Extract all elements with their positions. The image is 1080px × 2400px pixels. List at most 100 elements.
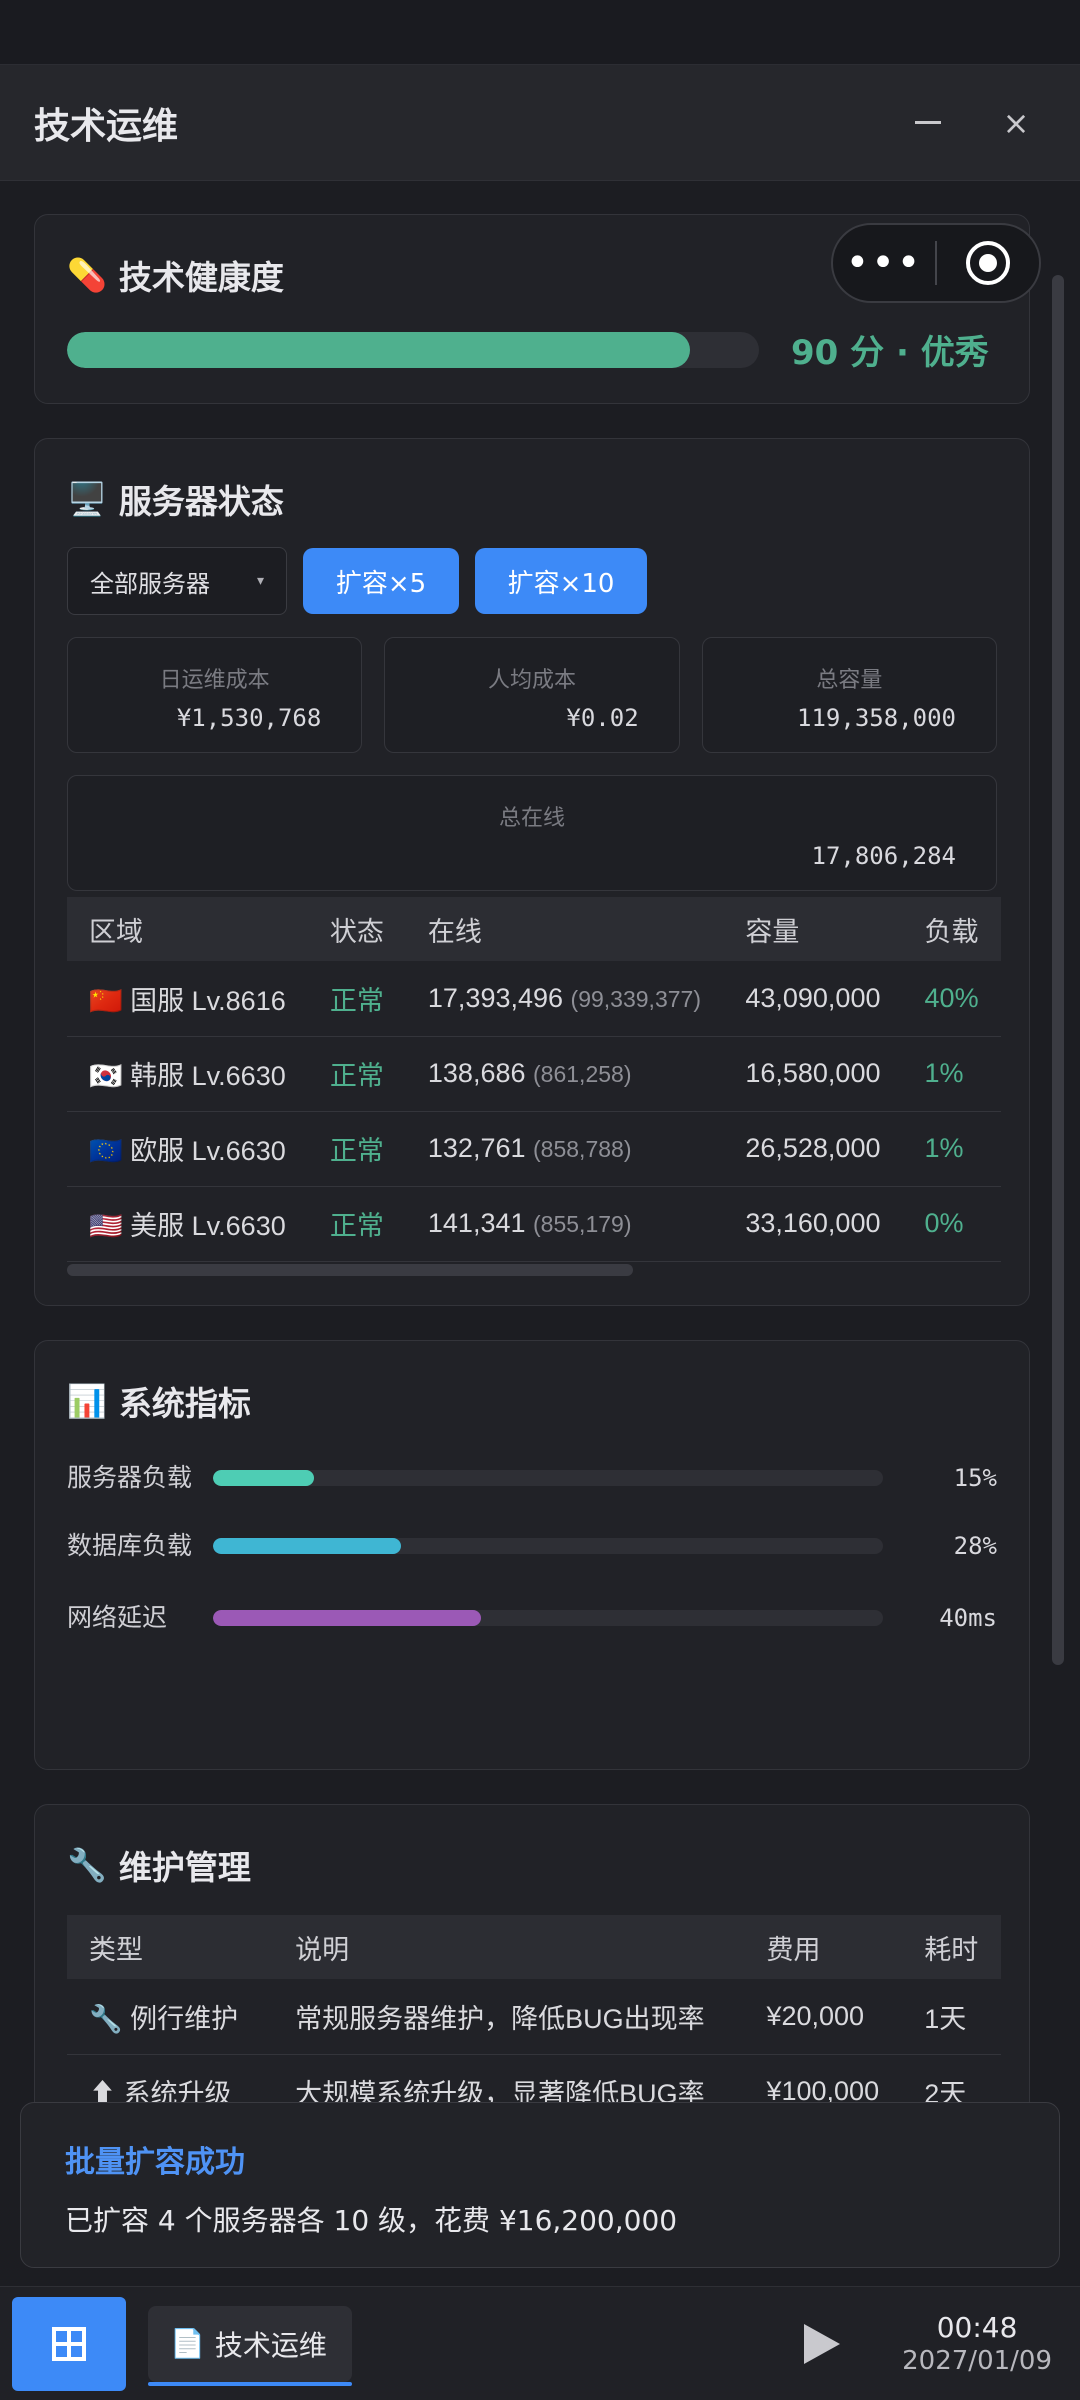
stat-grid: 日运维成本 ¥1,530,768 人均成本 ¥0.02 总容量 119,358,…: [67, 637, 997, 753]
horizontal-scrollbar[interactable]: [67, 1263, 633, 1276]
status-badge: 正常: [307, 1111, 406, 1187]
table-row: 🇰🇷 韩服 Lv.6630 正常 138,686 (861,258) 16,58…: [67, 1036, 1001, 1112]
col-time: 耗时: [902, 1915, 1001, 1979]
col-capacity: 容量: [723, 897, 903, 961]
taskbar-item-ops[interactable]: 📄 技术运维: [148, 2305, 352, 2386]
taskbar-item-label: 技术运维: [214, 2328, 327, 2362]
col-online: 在线: [405, 897, 724, 961]
metric-name: 数据库负载: [67, 1531, 193, 1560]
online-value: 17,806,284: [811, 842, 957, 870]
col-desc: 说明: [273, 1915, 745, 1979]
play-icon[interactable]: [804, 2323, 841, 2364]
server-table-wrap[interactable]: 区域 状态 在线 容量 负载 🇨🇳 国服 Lv.8616 正常 17,393,4…: [67, 897, 1001, 1276]
capacity-cell: 16,580,000: [723, 1036, 903, 1112]
online-count: 138,686: [427, 1058, 526, 1088]
close-button[interactable]: ×: [986, 93, 1046, 153]
server-table-header: 区域 状态 在线 容量 负载: [67, 897, 1001, 961]
table-row: 🇨🇳 国服 Lv.8616 正常 17,393,496 (99,339,377)…: [67, 961, 1001, 1037]
title-bar: 技术运维 ×: [0, 65, 1080, 181]
daily-cost-label: 日运维成本: [159, 668, 270, 693]
wrench-icon: 🔧: [67, 1846, 107, 1884]
server-title: 🖥️ 服务器状态: [67, 475, 997, 523]
more-menu-icon[interactable]: •••: [833, 243, 935, 283]
maintenance-title: 🔧 维护管理: [67, 1841, 997, 1889]
app-window: 技术运维 × 💊 技术健康度 90 分 · 优秀 ••• 🖥️ 服务器状态 全部…: [0, 64, 1080, 2286]
metric-name: 网络延迟: [67, 1603, 168, 1632]
bar-chart-icon: 📊: [67, 1382, 107, 1420]
metric-network-latency: 网络延迟 40ms: [67, 1599, 997, 1637]
status-strip: [0, 0, 1080, 64]
health-progress-fill: [67, 331, 690, 368]
capacity-cell: 26,528,000: [723, 1111, 903, 1187]
close-icon: ×: [1002, 103, 1030, 142]
col-load: 负载: [902, 897, 1001, 961]
daily-cost-value: ¥1,530,768: [176, 704, 322, 732]
grid-icon: [52, 2326, 86, 2361]
capacity-cell: 33,160,000: [723, 1186, 903, 1262]
online-total: (858,788): [533, 1136, 632, 1162]
daily-cost-stat: 日运维成本 ¥1,530,768: [67, 637, 363, 753]
flag-cn-icon: 🇨🇳: [89, 985, 123, 1016]
load-cell: 1%: [902, 1111, 1001, 1187]
toast-title: 批量扩容成功: [65, 2145, 245, 2180]
maintenance-table-wrap[interactable]: 类型 说明 费用 耗时 🔧 例行维护 常规服务器维护，降低BUG出现率 ¥20,…: [67, 1915, 1001, 2130]
status-badge: 正常: [307, 1036, 406, 1112]
capacity-value: 119,358,000: [797, 704, 956, 732]
clock-time: 00:48: [936, 2311, 1018, 2344]
toast-notification[interactable]: 批量扩容成功 已扩容 4 个服务器各 10 级，花费 ¥16,200,000: [20, 2102, 1060, 2268]
metric-track: [213, 1610, 883, 1626]
online-label: 总在线: [498, 806, 565, 831]
status-badge: 正常: [307, 1186, 406, 1262]
metrics-title: 📊 系统指标: [67, 1377, 997, 1425]
maintenance-desc: 常规服务器维护，降低BUG出现率: [273, 1979, 745, 2055]
online-count: 141,341: [427, 1208, 526, 1238]
target-icon: [966, 241, 1010, 285]
minimize-button[interactable]: [898, 93, 958, 153]
health-row: 90 分 · 优秀: [67, 325, 997, 374]
chevron-down-icon: ▾: [256, 573, 264, 589]
maintenance-table: 类型 说明 费用 耗时 🔧 例行维护 常规服务器维护，降低BUG出现率 ¥20,…: [67, 1915, 1001, 2130]
wrench-icon: 🔧: [89, 2003, 123, 2034]
mini-program-capsule: •••: [831, 223, 1041, 303]
server-controls: 全部服务器 ▾ 扩容×5 扩容×10: [67, 547, 997, 615]
capacity-label: 总容量: [816, 668, 883, 693]
minimize-icon: [915, 121, 941, 124]
table-row[interactable]: 🔧 例行维护 常规服务器维护，降低BUG出现率 ¥20,000 1天: [67, 1979, 1001, 2055]
region-name: 美服 Lv.6630: [130, 1211, 286, 1241]
status-badge: 正常: [307, 961, 406, 1037]
maintenance-table-header: 类型 说明 费用 耗时: [67, 1915, 1001, 1979]
region-name: 国服 Lv.8616: [130, 985, 286, 1016]
flag-us-icon: 🇺🇸: [89, 1211, 123, 1241]
maintenance-time: 1天: [902, 1979, 1001, 2055]
metric-track: [213, 1470, 883, 1486]
clock-date: 2027/01/09: [902, 2346, 1052, 2376]
pill-icon: 💊: [67, 256, 107, 294]
flag-eu-icon: 🇪🇺: [89, 1136, 123, 1166]
close-target-button[interactable]: [937, 241, 1039, 285]
metric-name: 服务器负载: [67, 1463, 193, 1492]
online-count: 17,393,496: [427, 982, 564, 1013]
col-cost: 费用: [744, 1915, 903, 1979]
metric-fill: [213, 1538, 401, 1554]
maintenance-title-text: 维护管理: [118, 1848, 251, 1887]
table-row: 🇺🇸 美服 Lv.6630 正常 141,341 (855,179) 33,16…: [67, 1186, 1001, 1262]
server-table: 区域 状态 在线 容量 负载 🇨🇳 国服 Lv.8616 正常 17,393,4…: [67, 897, 1001, 1262]
capacity-cell: 43,090,000: [723, 961, 903, 1037]
online-count: 132,761: [427, 1133, 526, 1163]
online-total: (99,339,377): [570, 985, 701, 1012]
expand-5-button[interactable]: 扩容×5: [303, 548, 459, 614]
online-total: (861,258): [533, 1061, 632, 1087]
maintenance-type: 例行维护: [130, 2003, 239, 2034]
per-user-cost-label: 人均成本: [487, 668, 576, 693]
online-total: (855,179): [533, 1211, 632, 1237]
server-card: 🖥️ 服务器状态 全部服务器 ▾ 扩容×5 扩容×10 日运维成本 ¥1,530…: [34, 438, 1030, 1306]
health-title-text: 技术健康度: [118, 258, 284, 297]
metrics-card: 📊 系统指标 服务器负载 15% 数据库负载 28% 网络延迟 40ms: [34, 1340, 1030, 1770]
metric-server-load: 服务器负载 15%: [67, 1459, 997, 1497]
expand-10-button[interactable]: 扩容×10: [475, 548, 647, 614]
per-user-cost-value: ¥0.02: [566, 704, 639, 732]
content-area: 💊 技术健康度 90 分 · 优秀 ••• 🖥️ 服务器状态 全部服务器 ▾ 扩…: [0, 182, 1080, 2286]
load-cell: 40%: [902, 961, 1001, 1037]
start-button[interactable]: [12, 2296, 126, 2391]
server-select[interactable]: 全部服务器 ▾: [67, 547, 287, 615]
